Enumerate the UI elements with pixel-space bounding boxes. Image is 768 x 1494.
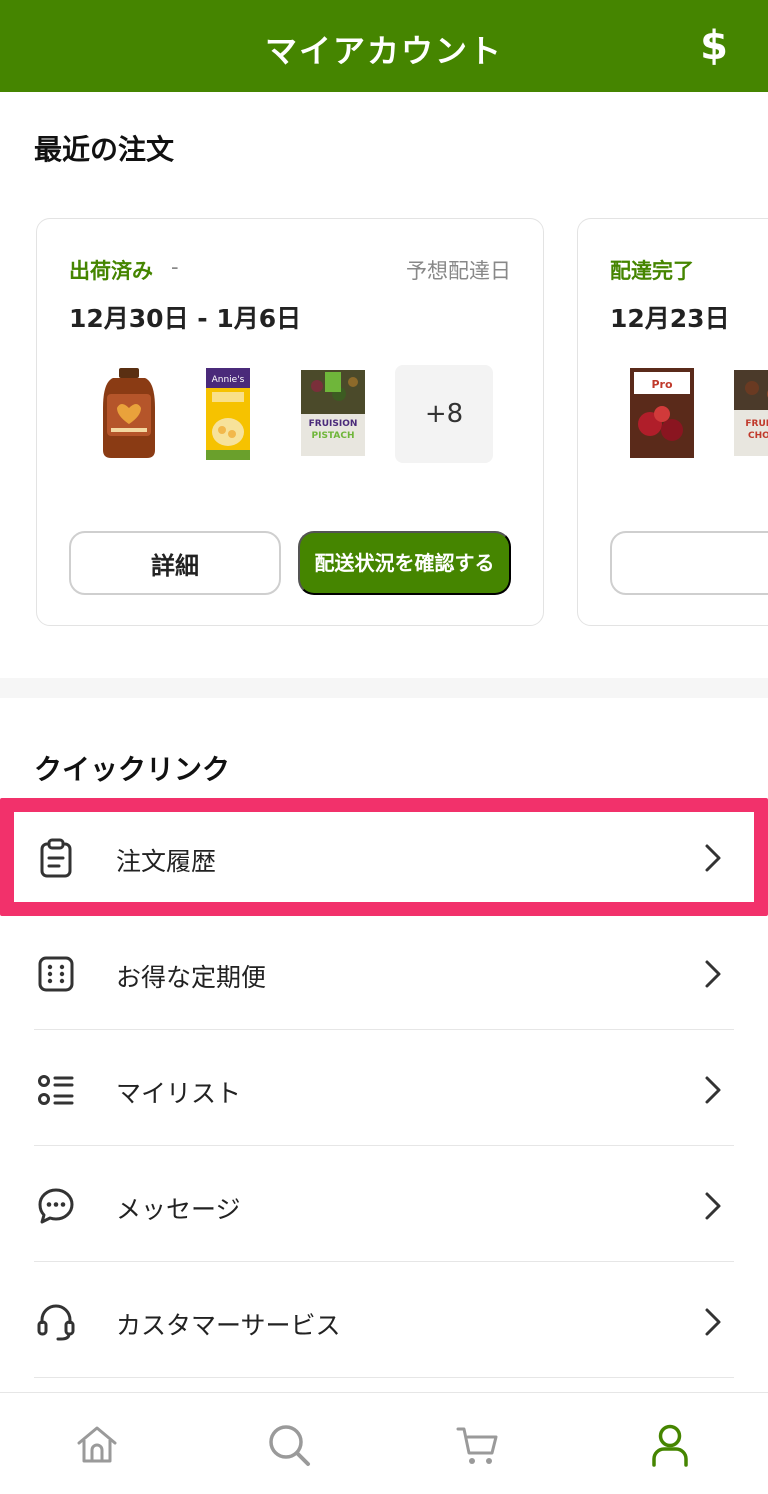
home-icon[interactable] (73, 1421, 121, 1469)
delivery-date: 12月30日 - 1月6日 (69, 304, 302, 333)
track-shipment-button[interactable]: 配送状況を確認する (298, 531, 511, 595)
fruit-pops-bag-thumb: FRUISION PISTACH (301, 370, 365, 456)
quick-link-label: マイリスト (116, 1079, 242, 1108)
svg-text:FRUISIO: FRUISIO (745, 419, 768, 429)
chat-bubble-icon (38, 1188, 74, 1224)
app-header: マイアカウント $ (0, 0, 768, 92)
quick-links-heading: クイックリンク (34, 753, 231, 786)
svg-text:Annie's: Annie's (212, 375, 245, 385)
status-separator: - (171, 255, 179, 279)
svg-text:CHOCO: CHOCO (748, 431, 768, 441)
chevron-right-icon (705, 960, 721, 988)
svg-text:Pro: Pro (651, 378, 672, 391)
mac-and-cheese-box-thumb: Annie's (206, 368, 250, 460)
quick-link-my-list[interactable]: マイリスト (0, 1030, 768, 1146)
chevron-right-icon (705, 1308, 721, 1336)
bottom-nav-bar (0, 1392, 768, 1494)
search-icon[interactable] (265, 1421, 313, 1469)
quick-link-label: お得な定期便 (116, 963, 267, 992)
clipboard-icon (40, 838, 72, 878)
cart-icon[interactable] (454, 1421, 502, 1469)
order-card[interactable]: 出荷済み - 予想配達日 12月30日 - 1月6日 Annie's FRUIS… (36, 218, 544, 626)
more-items-count[interactable]: +8 (395, 365, 493, 463)
granola-bag-thumb: Pro (630, 368, 694, 458)
choco-snack-bag-thumb: FRUISIO CHOCO (734, 370, 768, 456)
section-divider (0, 678, 768, 698)
quick-link-label: カスタマーサービス (116, 1311, 341, 1340)
page-title: マイアカウント (264, 32, 503, 70)
order-status: 配達完了 (610, 259, 694, 283)
quick-link-messages[interactable]: メッセージ (0, 1146, 768, 1262)
chevron-right-icon (705, 1076, 721, 1104)
chevron-right-icon (705, 1192, 721, 1220)
divider (34, 1376, 734, 1378)
headset-icon (37, 1304, 75, 1341)
honey-bottle-thumb (103, 368, 155, 458)
svg-text:FRUISION: FRUISION (309, 419, 358, 429)
order-details-button[interactable]: 詳細 (69, 531, 281, 595)
account-icon[interactable] (646, 1421, 694, 1469)
recent-orders-carousel[interactable]: 出荷済み - 予想配達日 12月30日 - 1月6日 Annie's FRUIS… (0, 216, 768, 628)
order-status: 出荷済み (69, 259, 153, 283)
eta-label: 予想配達日 (406, 259, 511, 283)
quick-link-subscriptions[interactable]: お得な定期便 (0, 914, 768, 1030)
quick-link-label: 注文履歴 (116, 847, 217, 876)
recent-orders-heading: 最近の注文 (34, 133, 175, 166)
calendar-grid-icon (38, 956, 74, 992)
quick-link-order-history[interactable]: 注文履歴 (0, 798, 768, 914)
order-card[interactable]: 配達完了 12月23日 Pro FRUISIO CHOCO (577, 218, 768, 626)
delivery-date: 12月23日 (610, 304, 730, 333)
svg-text:PISTACH: PISTACH (312, 431, 355, 441)
chevron-right-icon (705, 844, 721, 872)
order-details-button[interactable] (610, 531, 768, 595)
quick-link-label: メッセージ (116, 1195, 241, 1224)
list-icon (38, 1075, 74, 1105)
quick-link-customer-service[interactable]: カスタマーサービス (0, 1262, 768, 1378)
dollar-sign-icon[interactable]: $ (700, 22, 728, 70)
